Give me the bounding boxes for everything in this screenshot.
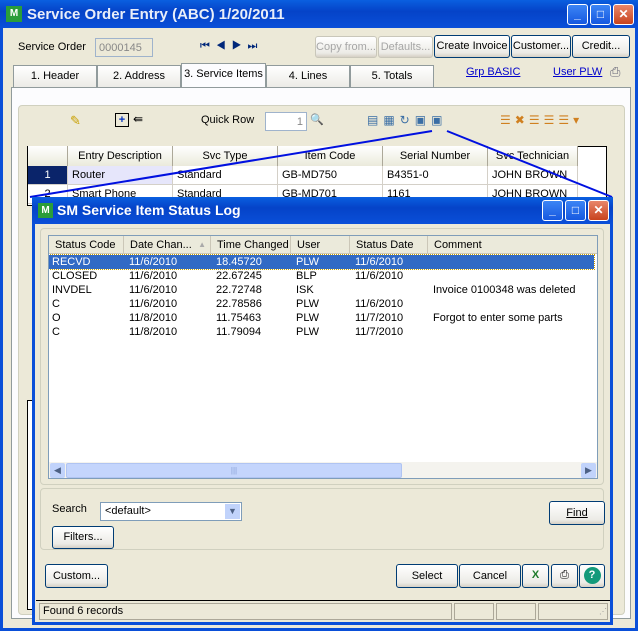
- callout-line: [446, 130, 613, 198]
- status-panel: [496, 603, 536, 620]
- list-cell: PLW: [296, 326, 320, 338]
- col-user[interactable]: User: [291, 236, 350, 254]
- list-cell: PLW: [296, 298, 320, 310]
- list-cell: 11/7/2010: [355, 312, 404, 324]
- list-cell: RECVD: [52, 256, 91, 268]
- help-icon: ?: [583, 567, 601, 584]
- list-cell: 22.78586: [216, 298, 262, 310]
- list-cell: PLW: [296, 256, 320, 268]
- list-cell: 11/8/2010: [129, 326, 178, 338]
- list-cell: 11/8/2010: [129, 312, 178, 324]
- col-status-code[interactable]: Status Code: [49, 236, 124, 254]
- dialog-titlebar: M SM Service Item Status Log _ □ ✕: [32, 197, 613, 224]
- list-row[interactable]: CLOSED 11/6/2010 22.67245 BLP 11/6/2010: [49, 269, 594, 283]
- list-row[interactable]: C 11/8/2010 11.79094 PLW 11/7/2010: [49, 325, 594, 339]
- list-cell: Invoice 0100348 was deleted: [433, 284, 576, 296]
- custom-button[interactable]: Custom...: [45, 564, 108, 588]
- list-cell: 11/6/2010: [129, 284, 178, 296]
- list-row[interactable]: C 11/6/2010 22.78586 PLW 11/6/2010: [49, 297, 594, 311]
- maximize-button[interactable]: □: [565, 200, 586, 221]
- filters-button[interactable]: Filters...: [52, 526, 114, 549]
- list-row[interactable]: O 11/8/2010 11.75463 PLW 11/7/2010 Forgot to …: [49, 311, 594, 325]
- list-cell: 11/7/2010: [355, 326, 404, 338]
- list-row[interactable]: RECVD 11/6/2010 18.45720 PLW 11/6/2010: [49, 254, 595, 270]
- search-select-value: <default>: [105, 505, 151, 517]
- print-icon[interactable]: ⎙: [551, 564, 578, 588]
- excel-export-icon[interactable]: X: [522, 564, 549, 588]
- status-panel: [454, 603, 494, 620]
- app-icon: M: [38, 203, 53, 218]
- col-status-date[interactable]: Status Date: [350, 236, 428, 254]
- status-log-dialog: M SM Service Item Status Log _ □ ✕ Statu…: [32, 197, 613, 625]
- dialog-title: SM Service Item Status Log: [57, 202, 241, 218]
- list-cell: 11/6/2010: [355, 256, 404, 268]
- status-message: Found 6 records: [39, 603, 452, 620]
- find-label: Find: [566, 507, 588, 519]
- list-cell: 11.75463: [216, 312, 262, 324]
- list-cell: C: [52, 326, 60, 338]
- col-time-changed[interactable]: Time Changed: [211, 236, 291, 254]
- list-cell: INVDEL: [52, 284, 92, 296]
- status-log-list[interactable]: Status Code Date Chan... ▲ Time Changed U…: [48, 235, 598, 479]
- list-cell: Forgot to enter some parts: [433, 312, 563, 324]
- col-date-changed[interactable]: Date Chan... ▲: [124, 236, 211, 254]
- col-date-changed-label: Date Chan...: [130, 239, 192, 251]
- minimize-button[interactable]: _: [542, 200, 563, 221]
- list-cell: 11/6/2010: [129, 298, 178, 310]
- help-button[interactable]: ?: [579, 564, 605, 588]
- list-cell: CLOSED: [52, 270, 98, 282]
- select-button[interactable]: Select: [396, 564, 458, 588]
- chevron-down-icon[interactable]: ▼: [225, 504, 240, 519]
- list-cell: 11/6/2010: [355, 298, 404, 310]
- list-row[interactable]: INVDEL 11/6/2010 22.72748 ISK Invoice 010034…: [49, 283, 594, 297]
- horizontal-scrollbar[interactable]: ◀ ||| ▶: [49, 462, 597, 478]
- list-cell: O: [52, 312, 61, 324]
- search-select[interactable]: <default> ▼: [100, 502, 242, 521]
- list-cell: PLW: [296, 312, 320, 324]
- list-cell: BLP: [296, 270, 317, 282]
- resize-grip[interactable]: ⋰: [538, 603, 608, 620]
- col-comment[interactable]: Comment: [428, 236, 597, 254]
- list-cell: 18.45720: [216, 256, 262, 268]
- close-button[interactable]: ✕: [588, 200, 609, 221]
- cancel-button[interactable]: Cancel: [459, 564, 521, 588]
- find-button[interactable]: Find: [549, 501, 605, 525]
- list-cell: 11.79094: [216, 326, 262, 338]
- list-cell: 11/6/2010: [129, 256, 178, 268]
- callout-line: [29, 130, 433, 198]
- list-cell: 22.67245: [216, 270, 262, 282]
- scroll-thumb[interactable]: |||: [66, 463, 402, 478]
- list-cell: 11/6/2010: [355, 270, 404, 282]
- status-bar: Found 6 records ⋰: [36, 600, 610, 621]
- scroll-right-button[interactable]: ▶: [581, 463, 596, 478]
- sort-ascending-icon: ▲: [198, 240, 206, 249]
- search-label: Search: [52, 503, 87, 515]
- list-cell: 22.72748: [216, 284, 262, 296]
- list-header: Status Code Date Chan... ▲ Time Changed U…: [49, 236, 597, 254]
- list-cell: ISK: [296, 284, 314, 296]
- list-cell: C: [52, 298, 60, 310]
- list-cell: 11/6/2010: [129, 270, 178, 282]
- scroll-left-button[interactable]: ◀: [50, 463, 65, 478]
